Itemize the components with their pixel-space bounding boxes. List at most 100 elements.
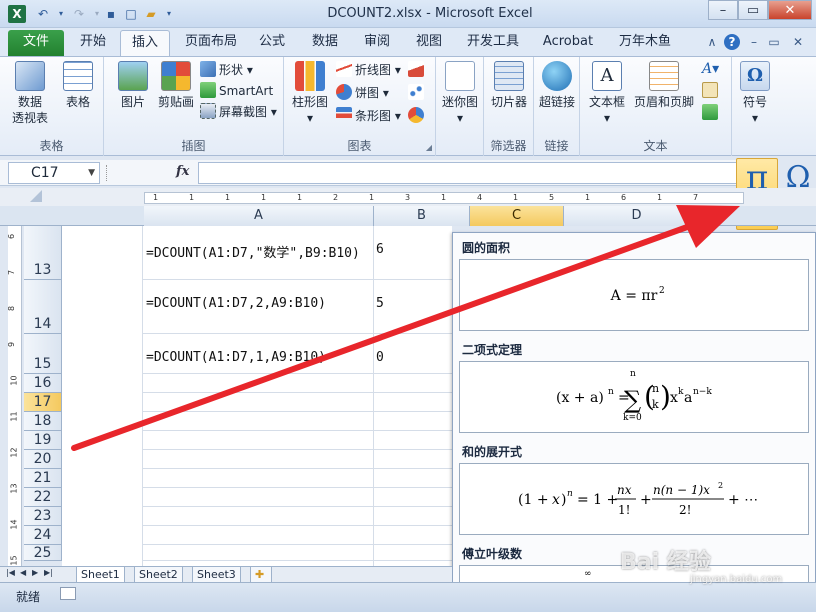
column-chart-button[interactable]: 柱形图 ▾: [288, 61, 332, 126]
cell-a13[interactable]: =DCOUNT(A1:D7,"数学",B9:B10): [146, 242, 360, 261]
table-button[interactable]: 表格: [58, 61, 98, 110]
tab-developer[interactable]: 开发工具: [458, 30, 528, 56]
cell-b15[interactable]: 0: [376, 350, 384, 365]
tab-view[interactable]: 视图: [406, 30, 452, 56]
save-icon[interactable]: ▪: [102, 5, 120, 23]
ruler-mark: 1: [657, 193, 663, 202]
last-sheet-icon[interactable]: ▶|: [44, 568, 53, 577]
row-header-24[interactable]: 24: [24, 526, 62, 545]
redo-icon[interactable]: ↷: [70, 5, 88, 23]
equation-expansion[interactable]: (1 + x ) n = 1 + nx 1! + n(n − 1)x 2 2! …: [459, 463, 809, 535]
undo-dropdown-icon[interactable]: ▾: [52, 5, 70, 23]
close-button[interactable]: ✕: [768, 0, 812, 20]
svg-text:2: 2: [659, 286, 665, 296]
row-header-21[interactable]: 21: [24, 469, 62, 488]
doc-minimize-icon[interactable]: –: [746, 34, 762, 50]
row-header-15[interactable]: 15: [24, 334, 62, 374]
screenshot-button[interactable]: 屏幕截图 ▾: [200, 102, 277, 122]
line-chart-button[interactable]: 折线图 ▾: [336, 60, 401, 80]
new-file-icon[interactable]: □: [122, 5, 140, 23]
cell-b13[interactable]: 6: [376, 242, 384, 257]
sheet-tab-2[interactable]: Sheet2: [134, 567, 183, 583]
sheet-tab-bar: |◀ ◀ ▶ ▶| Sheet1 Sheet2 Sheet3 ✚: [0, 566, 452, 583]
signature-line-icon[interactable]: [702, 81, 721, 101]
bar-chart-button[interactable]: 条形图 ▾: [336, 106, 401, 126]
wordart-icon[interactable]: A▾: [702, 59, 719, 79]
equation-circle-area[interactable]: A = πr 2: [459, 259, 809, 331]
group-tables: 数据 透视表 表格 表格: [0, 57, 104, 156]
textbox-button[interactable]: A 文本框 ▾: [584, 61, 630, 126]
row-header-25[interactable]: 25: [24, 545, 62, 561]
help-icon[interactable]: ?: [724, 34, 740, 50]
column-header-c[interactable]: C: [470, 206, 564, 226]
row-header-18[interactable]: 18: [24, 412, 62, 431]
open-folder-icon[interactable]: ▰: [142, 5, 160, 23]
tab-formulas[interactable]: 公式: [250, 30, 294, 56]
tab-page-layout[interactable]: 页面布局: [176, 30, 246, 56]
clipart-button[interactable]: 剪贴画: [154, 61, 198, 110]
row-header-23[interactable]: 23: [24, 507, 62, 526]
qat-customize-icon[interactable]: ▾: [160, 5, 178, 23]
cell-b14[interactable]: 5: [376, 296, 384, 311]
ribbon-collapse-icon[interactable]: ∧: [704, 34, 720, 50]
symbols-button[interactable]: Ω 符号 ▾: [736, 61, 774, 126]
group-text: A 文本框 ▾ 页眉和页脚 A▾ 文本: [580, 57, 732, 156]
equation-binomial[interactable]: (x + a) n = n ∑ k=0 ( n k ) x k a n−k: [459, 361, 809, 433]
tab-data[interactable]: 数据: [302, 30, 348, 56]
tab-home[interactable]: 开始: [70, 30, 116, 56]
cell-a14[interactable]: =DCOUNT(A1:D7,2,A9:B10): [146, 296, 326, 311]
shapes-button[interactable]: 形状 ▾: [200, 60, 253, 80]
row-header-17[interactable]: 17: [24, 393, 62, 412]
charts-dialog-launcher-icon[interactable]: ◢: [426, 143, 432, 152]
doc-close-icon[interactable]: ✕: [790, 34, 806, 50]
pie-chart-button[interactable]: 饼图 ▾: [336, 83, 389, 103]
doc-restore-icon[interactable]: ▭: [766, 34, 782, 50]
ribbon-tabs: 文件 开始 插入 页面布局 公式 数据 审阅 视图 开发工具 Acrobat 万…: [0, 28, 816, 56]
pivot-table-button[interactable]: 数据 透视表: [6, 61, 54, 126]
header-footer-button[interactable]: 页眉和页脚: [632, 61, 696, 110]
hyperlink-button[interactable]: 超链接: [537, 61, 577, 110]
cell-a15[interactable]: =DCOUNT(A1:D7,1,A9:B10): [146, 350, 326, 365]
excel-logo-icon[interactable]: X: [8, 5, 26, 23]
tab-review[interactable]: 审阅: [354, 30, 400, 56]
svg-text:n: n: [608, 387, 614, 397]
prev-sheet-icon[interactable]: ◀: [20, 568, 26, 577]
tab-acrobat[interactable]: Acrobat: [536, 30, 600, 56]
row-header-19[interactable]: 19: [24, 431, 62, 450]
row-header-22[interactable]: 22: [24, 488, 62, 507]
worksheet-grid[interactable]: [62, 226, 452, 566]
name-box-dropdown-icon[interactable]: ▼: [88, 163, 95, 183]
macro-record-icon[interactable]: [60, 587, 76, 600]
scatter-chart-icon[interactable]: [408, 83, 427, 103]
row-header-20[interactable]: 20: [24, 450, 62, 469]
sparkline-button[interactable]: 迷你图 ▾: [440, 61, 480, 126]
row-header-13[interactable]: 13: [24, 226, 62, 280]
sheet-tab-1[interactable]: Sheet1: [76, 567, 125, 583]
object-icon[interactable]: [702, 103, 721, 123]
vertical-ruler: 6 7 8 9 10 11 12 13 14 15: [7, 226, 22, 566]
row-header-16[interactable]: 16: [24, 374, 62, 393]
first-sheet-icon[interactable]: |◀: [6, 568, 15, 577]
picture-button[interactable]: 图片: [112, 61, 154, 110]
slicer-button[interactable]: 切片器: [488, 61, 530, 110]
formula-input[interactable]: [198, 162, 738, 184]
name-box[interactable]: C17 ▼: [8, 162, 100, 184]
insert-function-icon[interactable]: fx: [176, 164, 189, 179]
tab-custom[interactable]: 万年木鱼: [610, 30, 680, 56]
row-header-14[interactable]: 14: [24, 280, 62, 334]
column-header-a[interactable]: A: [144, 206, 374, 226]
tab-file[interactable]: 文件: [8, 30, 64, 56]
maximize-button[interactable]: ▭: [738, 0, 768, 20]
smartart-button[interactable]: SmartArt: [200, 81, 273, 101]
minimize-button[interactable]: –: [708, 0, 738, 20]
area-chart-icon[interactable]: [408, 60, 427, 80]
column-header-b[interactable]: B: [374, 206, 470, 226]
tab-insert[interactable]: 插入: [120, 30, 170, 56]
next-sheet-icon[interactable]: ▶: [32, 568, 38, 577]
other-charts-icon[interactable]: [408, 106, 427, 126]
column-header-d[interactable]: D: [564, 206, 710, 226]
sheet-tab-3[interactable]: Sheet3: [192, 567, 241, 583]
insert-sheet-icon[interactable]: ✚: [250, 567, 272, 583]
undo-icon[interactable]: ↶: [34, 5, 52, 23]
select-all-corner[interactable]: [24, 188, 44, 204]
